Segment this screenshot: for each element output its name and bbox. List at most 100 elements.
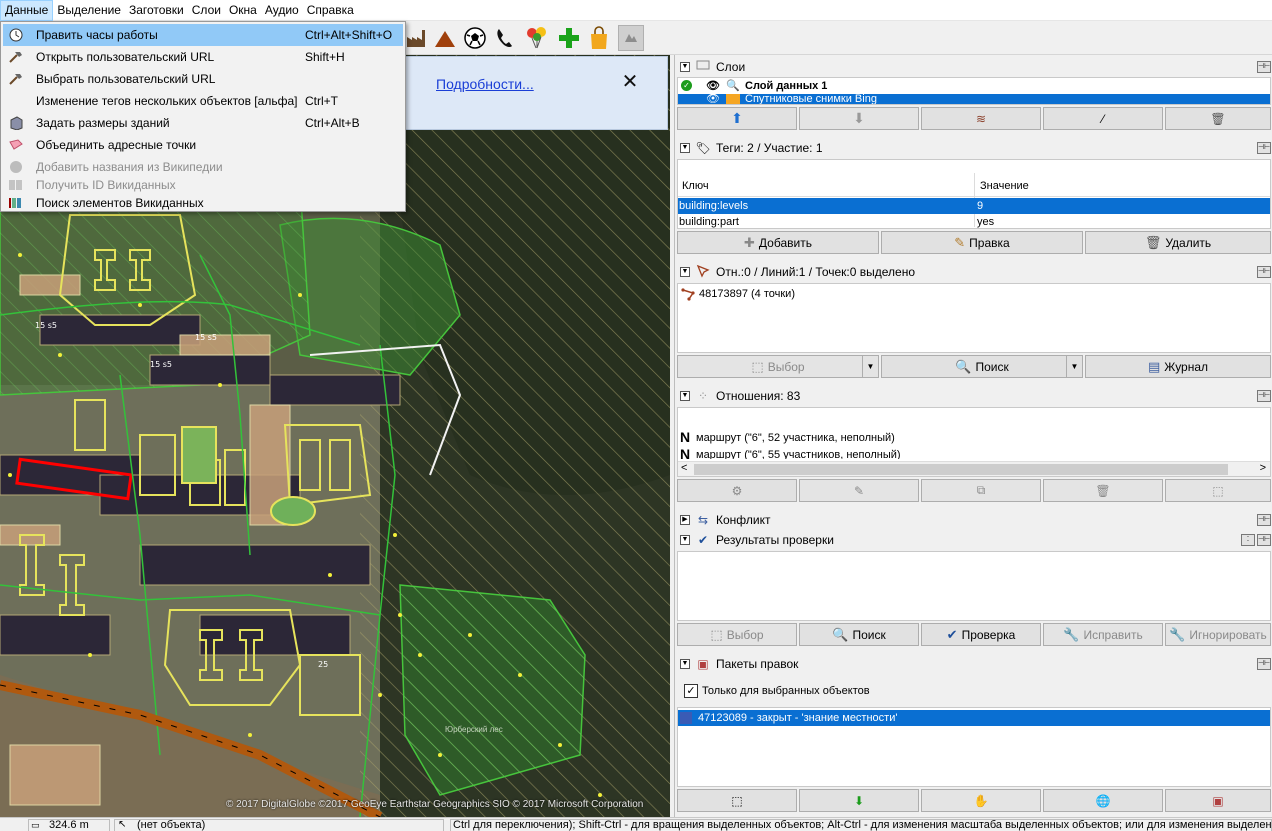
settings-icon[interactable]: ⁚ bbox=[1241, 534, 1255, 546]
download-changeset-button[interactable]: ⬇ bbox=[799, 789, 919, 812]
changeset-row[interactable]: 47123089 - закрыт - 'знание местности' bbox=[678, 710, 1270, 726]
menu-data[interactable]: Данные bbox=[0, 0, 54, 21]
building-label: 15 s5 bbox=[35, 321, 57, 330]
tag-row[interactable]: building:part yes bbox=[678, 214, 1270, 228]
menu-item-merge-addresses[interactable]: Объединить адресные точки bbox=[3, 134, 403, 156]
show-hide-button[interactable]: ⁄ bbox=[1043, 107, 1163, 130]
delete-tag-button[interactable]: 🗑 Удалить bbox=[1085, 231, 1271, 254]
dock-icon[interactable]: ⊣⊢ bbox=[1257, 61, 1271, 73]
edit-relation-button[interactable]: ✎ bbox=[799, 479, 919, 502]
close-changeset-button[interactable]: ✋ bbox=[921, 789, 1041, 812]
select-button[interactable]: ⬚ Выбор ▼ bbox=[677, 355, 879, 378]
move-down-button[interactable]: ⬇ bbox=[799, 107, 919, 130]
collapse-toggle-icon[interactable]: ▼ bbox=[680, 62, 690, 72]
collapse-toggle-icon[interactable]: ▼ bbox=[680, 659, 690, 669]
validation-search-button[interactable]: 🔍 Поиск bbox=[799, 623, 919, 646]
football-icon[interactable] bbox=[462, 25, 488, 51]
layers-panel-header[interactable]: ▼ Слои ⊣⊢ bbox=[675, 57, 1272, 77]
data-menu-dropdown: Править часы работы Ctrl+Alt+Shift+O Отк… bbox=[0, 21, 406, 212]
collapse-toggle-icon[interactable]: ▼ bbox=[680, 535, 690, 545]
menu-presets[interactable]: Заготовки bbox=[125, 0, 188, 21]
edit-tag-button[interactable]: ✎ Правка bbox=[881, 231, 1083, 254]
status-bar: ▭ 324.6 m ↖ (нет объекта) Ctrl для перек… bbox=[0, 817, 1272, 831]
close-icon[interactable]: ✕ bbox=[619, 71, 641, 93]
tags-panel-header[interactable]: ▼ 🏷 Теги: 2 / Участие: 1 ⊣⊢ bbox=[675, 138, 1272, 158]
dock-icon[interactable]: ⊣⊢ bbox=[1257, 658, 1271, 670]
duplicate-relation-button[interactable]: ⧉ bbox=[921, 479, 1041, 502]
dock-icon[interactable]: ⊣⊢ bbox=[1257, 142, 1271, 154]
dock-icon[interactable]: ⊣⊢ bbox=[1257, 514, 1271, 526]
menu-layers[interactable]: Слои bbox=[188, 0, 225, 21]
menu-item-building-size[interactable]: Задать размеры зданий Ctrl+Alt+B bbox=[3, 112, 403, 134]
tags-table: Ключ Значение building:levels 9 building… bbox=[677, 159, 1271, 229]
add-tag-button[interactable]: ✚ Добавить bbox=[677, 231, 879, 254]
layer-row-bing[interactable]: 👁 Спутниковые снимки Bing bbox=[678, 94, 1270, 104]
menu-windows[interactable]: Окна bbox=[225, 0, 261, 21]
relation-row[interactable]: N маршрут ("6", 55 участников, неполный) bbox=[678, 447, 1270, 459]
collapse-toggle-icon[interactable]: ▼ bbox=[680, 267, 690, 277]
fix-button[interactable]: 🔧 Исправить bbox=[1043, 623, 1163, 646]
scrollbar-thumb[interactable] bbox=[694, 464, 1228, 475]
menu-audio[interactable]: Аудио bbox=[261, 0, 303, 21]
dock-icon[interactable]: ⊣⊢ bbox=[1257, 534, 1271, 546]
ignore-button[interactable]: 🔧 Игнорировать bbox=[1165, 623, 1271, 646]
merge-layers-button[interactable]: ≋ bbox=[921, 107, 1041, 130]
move-up-button[interactable]: ⬆ bbox=[677, 107, 797, 130]
eye-icon[interactable]: 👁 bbox=[706, 79, 720, 92]
changesets-panel-header[interactable]: ▼ ▣ Пакеты правок ⊣⊢ bbox=[675, 654, 1272, 674]
new-relation-button[interactable]: ⚙ bbox=[677, 479, 797, 502]
delete-layer-button[interactable]: 🗑 bbox=[1165, 107, 1271, 130]
phone-icon[interactable] bbox=[492, 25, 518, 51]
right-sidebar: ▼ Слои ⊣⊢ ✓ 👁 🔍 Слой данных 1 👁 Спутнико… bbox=[674, 55, 1272, 817]
only-selected-checkbox[interactable]: ✓ bbox=[684, 684, 698, 698]
relations-panel-header[interactable]: ▼ ⁘ Отношения: 83 ⊣⊢ bbox=[675, 386, 1272, 406]
open-in-browser-button[interactable]: 🌐 bbox=[1043, 789, 1163, 812]
balloons-icon[interactable] bbox=[524, 25, 550, 51]
dock-icon[interactable]: ⊣⊢ bbox=[1257, 390, 1271, 402]
chevron-down-icon[interactable]: ▼ bbox=[862, 356, 878, 377]
search-button[interactable]: 🔍 Поиск ▼ bbox=[881, 355, 1083, 378]
selection-panel-header[interactable]: ▼ Отн.:0 / Линий:1 / Точек:0 выделено ⊣⊢ bbox=[675, 262, 1272, 282]
menu-item-fetch-wikidata-ids[interactable]: Получить ID Викиданных bbox=[3, 175, 403, 194]
details-link[interactable]: Подробности... bbox=[436, 76, 534, 92]
more-icon[interactable] bbox=[618, 25, 644, 51]
medical-cross-icon[interactable] bbox=[556, 25, 582, 51]
delete-relation-button[interactable]: 🗑 bbox=[1043, 479, 1163, 502]
menu-item-select-custom-url[interactable]: Выбрать пользовательский URL bbox=[3, 68, 403, 90]
imagery-credit: © 2017 DigitalGlobe ©2017 GeoEye Earthst… bbox=[226, 799, 644, 810]
relation-icon: ⁘ bbox=[697, 389, 709, 403]
chevron-left-icon[interactable]: < bbox=[681, 462, 687, 474]
changeset-manager-button[interactable]: ▣ bbox=[1165, 789, 1271, 812]
menu-selection[interactable]: Выделение bbox=[53, 0, 125, 21]
eye-icon[interactable]: 👁 bbox=[706, 94, 720, 104]
chevron-right-icon[interactable]: > bbox=[1260, 462, 1266, 474]
menu-item-open-custom-url[interactable]: Открыть пользовательский URL Shift+H bbox=[3, 46, 403, 68]
validate-button[interactable]: ✔ Проверка bbox=[921, 623, 1041, 646]
menu-item-search-wikidata[interactable]: Поиск элементов Викиданных bbox=[3, 193, 403, 212]
building-label: 15 s5 bbox=[195, 333, 217, 342]
factory-icon[interactable] bbox=[404, 25, 430, 51]
tag-row[interactable]: building:levels 9 bbox=[678, 198, 1270, 214]
select-changeset-objects-button[interactable]: ⬚ bbox=[677, 789, 797, 812]
dock-icon[interactable]: ⊣⊢ bbox=[1257, 266, 1271, 278]
conflict-panel-header[interactable]: ▶ ⇆ Конфликт ⊣⊢ bbox=[675, 510, 1272, 530]
validation-select-button[interactable]: ⬚ Выбор bbox=[677, 623, 797, 646]
collapse-toggle-icon[interactable]: ▼ bbox=[680, 391, 690, 401]
selected-way-row[interactable]: 48173897 (4 точки) bbox=[678, 287, 1270, 303]
layer-row-data[interactable]: ✓ 👁 🔍 Слой данных 1 bbox=[678, 79, 1270, 94]
menu-item-multi-tag-edit[interactable]: Изменение тегов нескольких объектов [аль… bbox=[3, 90, 403, 112]
menu-item-edit-opening-hours[interactable]: Править часы работы Ctrl+Alt+Shift+O bbox=[3, 24, 403, 46]
collapse-toggle-icon[interactable]: ▼ bbox=[680, 143, 690, 153]
horizontal-scrollbar[interactable]: < > bbox=[678, 461, 1270, 476]
route-icon: N bbox=[680, 429, 691, 445]
active-check-icon: ✓ bbox=[681, 80, 692, 91]
expand-toggle-icon[interactable]: ▶ bbox=[680, 515, 690, 525]
history-button[interactable]: ▤ Журнал bbox=[1085, 355, 1271, 378]
select-members-button[interactable]: ⬚ bbox=[1165, 479, 1271, 502]
chevron-down-icon[interactable]: ▼ bbox=[1066, 356, 1082, 377]
mountain-icon[interactable] bbox=[432, 25, 458, 51]
shopping-bag-icon[interactable] bbox=[586, 25, 612, 51]
validation-panel-header[interactable]: ▼ ✔ Результаты проверки ⁚ ⊣⊢ bbox=[675, 530, 1272, 550]
relation-row[interactable]: N маршрут ("6", 52 участника, неполный) bbox=[678, 429, 1270, 446]
menu-help[interactable]: Справка bbox=[303, 0, 358, 21]
